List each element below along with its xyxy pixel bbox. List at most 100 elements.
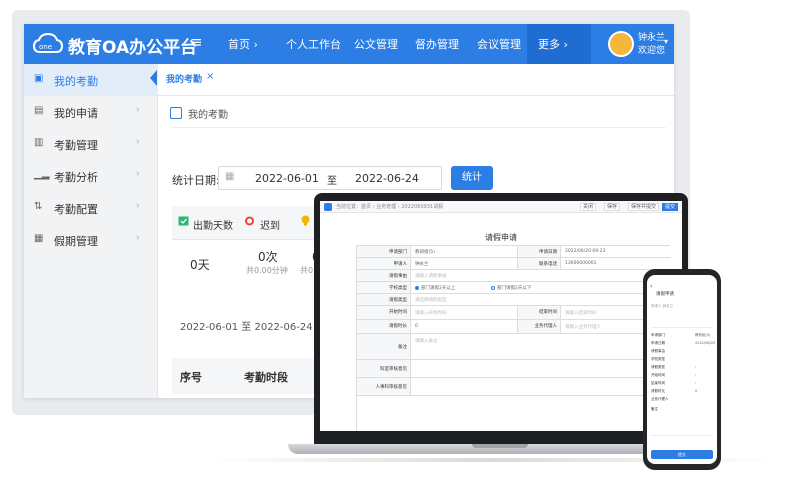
nav-personal-workbench[interactable]: 个人工作台 bbox=[286, 36, 341, 52]
start-date-field[interactable]: 2022-06-01 bbox=[255, 172, 319, 185]
form-row: 科室审核意见 bbox=[357, 360, 671, 378]
user-name[interactable]: 钟永兰 bbox=[638, 30, 665, 43]
form-title: 请假申请 bbox=[485, 233, 517, 242]
form-input[interactable]: 请选择请假类型 bbox=[415, 297, 447, 303]
sidebar-item-my-applications[interactable]: ▤ 我的申请 › bbox=[24, 96, 158, 128]
tab-my-attendance[interactable]: 我的考勤 bbox=[166, 72, 202, 85]
nav-home[interactable]: 首页 › bbox=[228, 36, 258, 52]
phone-field-label: 学校类型 bbox=[651, 357, 665, 361]
radio-button[interactable] bbox=[415, 286, 419, 290]
chevron-right-icon[interactable]: › bbox=[695, 373, 696, 377]
nav-supervision-management[interactable]: 督办管理 bbox=[415, 36, 459, 52]
phone-field-value[interactable]: 2022/06/20 bbox=[695, 341, 715, 345]
stat-sub-late: 共0.00分钟 bbox=[246, 266, 288, 275]
sidebar-item-attendance-config[interactable]: ⇅ 考勤配置 › bbox=[24, 192, 158, 224]
check-calendar-icon bbox=[178, 216, 189, 226]
save-button[interactable]: 保存 bbox=[604, 203, 621, 211]
form-label: 备注 bbox=[357, 334, 411, 359]
form-input[interactable]: 请输入业务代理人 bbox=[565, 324, 601, 330]
chevron-right-icon: › bbox=[136, 105, 140, 115]
active-indicator bbox=[150, 70, 157, 86]
lightbulb-icon bbox=[301, 215, 310, 226]
chevron-down-icon[interactable]: ▾ bbox=[664, 37, 668, 46]
end-date-field[interactable]: 2022-06-24 bbox=[355, 172, 419, 185]
sidebar-item-attendance-management[interactable]: ▥ 考勤管理 › bbox=[24, 128, 158, 160]
menu-toggle-icon[interactable]: ≡ bbox=[190, 33, 203, 51]
calendar-icon bbox=[170, 107, 182, 119]
document-icon: ▤ bbox=[34, 105, 44, 116]
back-arrow-icon[interactable]: ‹ bbox=[650, 283, 652, 290]
form-input[interactable]: 请输入请假事由 bbox=[415, 273, 447, 279]
app-title: 教育OA办公平台 bbox=[68, 38, 198, 58]
sidebar-item-attendance-analysis[interactable]: ▁▂ 考勤分析 › bbox=[24, 160, 158, 192]
chevron-right-icon: › bbox=[136, 233, 140, 243]
form-value[interactable]: 13600000001 bbox=[565, 261, 597, 266]
phone-mockup: ‹ 请假申请 申请人 钟永兰 申请部门 教研组(5) 申请日期 2022/06/… bbox=[643, 269, 721, 470]
form-input[interactable]: 请输入开始时间 bbox=[415, 310, 447, 316]
avatar[interactable] bbox=[608, 31, 634, 57]
close-button[interactable]: 关闭 bbox=[580, 203, 597, 211]
form-label: 学校类型 bbox=[357, 282, 411, 293]
form-value[interactable]: 0 bbox=[415, 324, 418, 329]
form-label: 结束时间 bbox=[517, 306, 561, 319]
form-input[interactable]: 请输入结束时间 bbox=[565, 310, 597, 316]
form-row: 人事科审核意见 bbox=[357, 378, 671, 396]
form-label: 业务代理人 bbox=[517, 320, 561, 333]
sidebar: ▣ 我的考勤 ▤ 我的申请 › ▥ 考勤管理 › ▁▂ 考勤分析 › ⇅ 考勤配… bbox=[24, 64, 158, 398]
phone-field-label: 申请部门 bbox=[651, 333, 665, 337]
form-label: 科室审核意见 bbox=[357, 360, 411, 377]
phone-field-value[interactable]: 0 bbox=[695, 389, 697, 393]
form-label: 请假类型 bbox=[357, 294, 411, 305]
nav-meeting-management[interactable]: 会议管理 bbox=[477, 36, 521, 52]
nav-document-management[interactable]: 公文管理 bbox=[354, 36, 398, 52]
form-row: 申请人 钟永兰 联系电话 13600000001 bbox=[357, 258, 671, 270]
form-label: 人事科审核意见 bbox=[357, 378, 411, 395]
date-range-picker[interactable]: ▦ 2022-06-01 至 2022-06-24 bbox=[218, 166, 442, 190]
divider bbox=[651, 435, 713, 436]
form-label: 请假事由 bbox=[357, 270, 411, 281]
phone-subtitle: 申请人 钟永兰 bbox=[651, 304, 674, 308]
svg-text:one: one bbox=[39, 43, 52, 51]
stat-value-late: 0次 bbox=[258, 250, 278, 264]
app-logo-icon bbox=[324, 203, 332, 211]
top-nav-bar: one 教育OA办公平台 ≡ 首页 › 个人工作台 公文管理 督办管理 会议管理… bbox=[24, 24, 674, 64]
form-value[interactable]: 钟永兰 bbox=[415, 261, 429, 267]
divider bbox=[651, 327, 713, 328]
phone-field-label: 业务代理人 bbox=[651, 397, 669, 401]
sidebar-item-my-attendance[interactable]: ▣ 我的考勤 bbox=[24, 64, 158, 96]
chevron-right-icon[interactable]: › bbox=[695, 381, 696, 385]
phone-title: 请假申请 bbox=[656, 292, 674, 297]
phone-field-value[interactable]: 教研组(5) bbox=[695, 333, 710, 338]
form-value[interactable]: 部门请假2天以下 bbox=[497, 285, 531, 291]
chevron-right-icon[interactable]: › bbox=[695, 365, 696, 369]
form-label: 联系电话 bbox=[517, 258, 561, 269]
sidebar-item-label: 考勤管理 bbox=[54, 139, 98, 152]
form-row: 请假时长 0 业务代理人 请输入业务代理人 bbox=[357, 320, 671, 334]
phone-field-label: 申请日期 bbox=[651, 341, 665, 345]
statistics-button[interactable]: 统计 bbox=[451, 166, 493, 190]
radio-button[interactable] bbox=[491, 286, 495, 290]
chevron-right-icon: › bbox=[136, 137, 140, 147]
form-value[interactable]: 部门请假2天以上 bbox=[421, 285, 455, 291]
alarm-clock-icon bbox=[245, 216, 254, 226]
sidebar-item-label: 考勤分析 bbox=[54, 171, 98, 184]
phone-screen: ‹ 请假申请 申请人 钟永兰 申请部门 教研组(5) 申请日期 2022/06/… bbox=[647, 275, 717, 464]
sidebar-item-holiday-management[interactable]: ▦ 假期管理 › bbox=[24, 224, 158, 256]
remarks-textarea[interactable]: 请输入备注 bbox=[415, 338, 438, 344]
submit-button[interactable]: 提交 bbox=[662, 203, 679, 211]
save-submit-button[interactable]: 保存并提交 bbox=[628, 203, 660, 211]
form-label: 开始时间 bbox=[357, 306, 411, 319]
close-icon[interactable]: × bbox=[206, 71, 214, 82]
nav-more[interactable]: 更多 › bbox=[538, 36, 568, 52]
form-value[interactable]: 教研组(5) bbox=[415, 249, 435, 255]
phone-field-label: 请假事由 bbox=[651, 349, 665, 353]
form-value[interactable]: 2022/06/20 09:23 bbox=[565, 249, 605, 254]
chevron-right-icon: › bbox=[136, 201, 140, 211]
laptop-toolbar: 当前位置：首页 › 业务管理 › 2022060931请假 关闭 保存 保存并提… bbox=[320, 201, 682, 213]
phone-field-label: 请假类型 bbox=[651, 365, 665, 369]
phone-submit-button[interactable]: 提交 bbox=[651, 450, 713, 459]
leave-form: 申请部门 教研组(5) 申请日期 2022/06/20 09:23 申请人 钟永… bbox=[356, 245, 671, 431]
form-label: 申请部门 bbox=[357, 246, 411, 257]
stat-date-label: 统计日期: bbox=[172, 174, 220, 187]
stat-header-late: 迟到 bbox=[260, 221, 280, 232]
